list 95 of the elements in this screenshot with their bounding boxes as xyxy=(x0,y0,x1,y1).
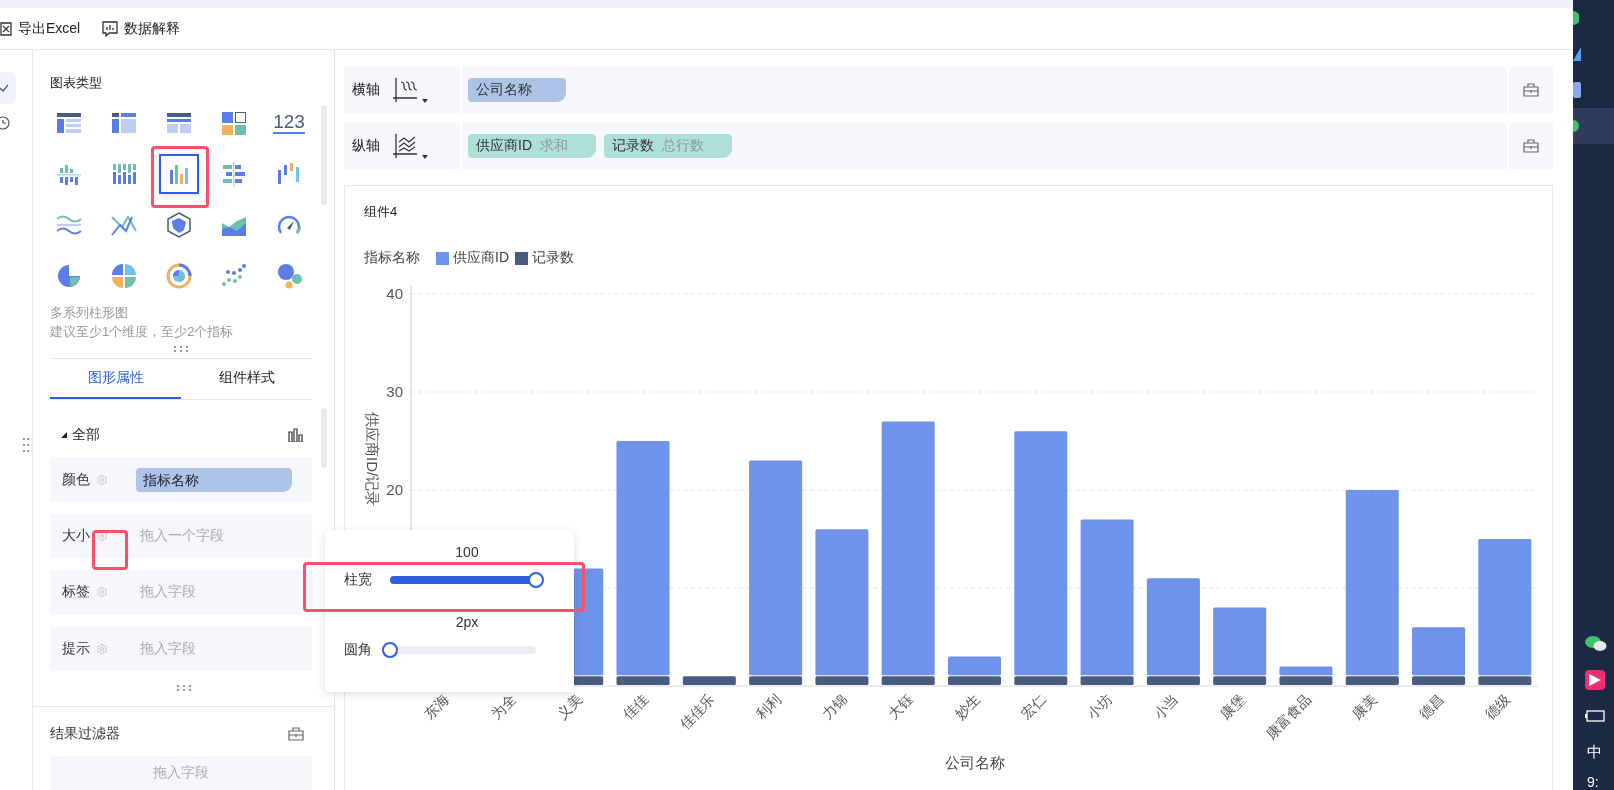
field-chip[interactable]: 供应商ID 求和 xyxy=(468,134,596,158)
number-chart-label: 123 xyxy=(273,112,305,134)
x-tick-label: 宏仁 xyxy=(1017,690,1049,722)
y-tick-label: 20 xyxy=(386,481,403,498)
widget-title: 组件4 xyxy=(364,204,398,219)
clock: 9: xyxy=(1586,774,1599,790)
slider-label: 柱宽 xyxy=(344,571,372,589)
y-axis-title: 供应商ID/记录 xyxy=(364,412,381,507)
slider-label: 圆角 xyxy=(344,641,372,659)
input-method-indicator[interactable]: 中 xyxy=(1573,742,1602,762)
app-icon[interactable] xyxy=(1585,670,1605,690)
spreadsheet-icon xyxy=(0,21,12,36)
toolbar-button[interactable]: 导出Excel xyxy=(0,19,81,38)
legend-label: 供应商ID xyxy=(453,249,509,267)
y-tick-label: 40 xyxy=(386,285,403,302)
chart-type-button[interactable]: 123 xyxy=(269,103,309,143)
x-tick-label: 利利 xyxy=(752,690,784,722)
x-tick-label: 德昌 xyxy=(1415,690,1447,722)
y-tick-label: 30 xyxy=(386,383,403,400)
field-name: 供应商ID xyxy=(476,137,532,155)
highlight-frame xyxy=(92,530,128,570)
field-name: 公司名称 xyxy=(476,81,532,99)
x-tick-label: 为全 xyxy=(487,690,519,722)
chart-report-icon xyxy=(102,20,119,37)
x-tick-label: 妙生 xyxy=(951,690,983,722)
aggregate-label: 总行数 xyxy=(662,137,704,155)
highlight-frame xyxy=(151,146,209,208)
bubble-chart-icon xyxy=(275,262,303,290)
caret-icon[interactable] xyxy=(422,99,428,103)
x-tick-label: 康美 xyxy=(1349,690,1381,722)
pie-chart-icon xyxy=(55,262,83,290)
drag-handle-icon[interactable] xyxy=(23,438,29,452)
aggregate-label: 求和 xyxy=(540,137,568,155)
x-tick-label: 东海 xyxy=(421,690,453,722)
chart-type-hint: 建议至少1个维度，至少2个指标 xyxy=(50,323,235,341)
caret-icon[interactable] xyxy=(422,155,428,159)
settings-icon[interactable] xyxy=(96,530,108,542)
x-tick-label: 德级 xyxy=(1481,690,1513,722)
bar-chart-icon[interactable] xyxy=(288,427,304,442)
resize-handle-icon[interactable] xyxy=(174,346,188,353)
field-chip[interactable]: 公司名称 xyxy=(468,78,566,102)
slider-value: 2px xyxy=(455,614,479,632)
axis-icon[interactable] xyxy=(392,133,418,159)
slider-value: 100 xyxy=(455,544,479,562)
tab[interactable]: 组件样式 xyxy=(181,358,312,399)
bar xyxy=(682,676,736,685)
comparison-bar-icon xyxy=(220,160,248,188)
field-label: 大小 xyxy=(62,527,90,545)
slider-thumb[interactable] xyxy=(528,572,544,588)
radar-chart-icon xyxy=(165,211,193,239)
x-tick-label: 小当 xyxy=(1150,690,1182,722)
field-label: 提示 xyxy=(62,639,90,658)
axis-icon[interactable] xyxy=(392,77,418,103)
x-tick-label: 佳佳乐 xyxy=(676,690,718,732)
dashboard-icon xyxy=(220,109,248,137)
x-tick-label: 大钰 xyxy=(885,690,917,722)
chat-icon[interactable] xyxy=(1585,635,1607,653)
x-tick-label: 康富食品 xyxy=(1263,690,1315,742)
x-tick-label: 力锦 xyxy=(818,690,851,722)
briefcase-icon[interactable] xyxy=(1523,83,1539,97)
axis-label: 纵轴 xyxy=(352,137,380,155)
x-tick-label: 康堡 xyxy=(1216,690,1248,722)
app-icon[interactable] xyxy=(1573,120,1581,132)
clock-icon[interactable] xyxy=(0,116,10,130)
field-chip[interactable]: 记录数 总行数 xyxy=(604,134,732,158)
battery-icon[interactable] xyxy=(1585,710,1605,722)
resize-handle-icon[interactable] xyxy=(176,685,191,692)
app-icon[interactable] xyxy=(1573,11,1579,25)
axis-label: 横轴 xyxy=(352,81,380,99)
chart-type-button[interactable] xyxy=(159,154,199,194)
x-tick-label: 佳佳 xyxy=(620,690,652,722)
check-icon[interactable] xyxy=(0,84,8,92)
tab[interactable]: 图形属性 xyxy=(50,358,181,399)
chart-type-name: 多系列柱形图 xyxy=(50,304,129,322)
legend-title: 指标名称 xyxy=(364,249,420,267)
field-label: 颜色 xyxy=(62,470,90,489)
toolbar-button[interactable]: 数据解释 xyxy=(102,19,181,38)
pie-chart-icon xyxy=(110,262,138,290)
field-label: 标签 xyxy=(62,583,90,602)
field-name: 记录数 xyxy=(612,137,654,155)
x-tick-label: 义美 xyxy=(553,690,585,722)
app-icon[interactable] xyxy=(1573,47,1581,61)
field-chip[interactable]: 指标名称 xyxy=(136,467,292,492)
group-toggle[interactable]: 全部 xyxy=(60,425,100,444)
x-axis-title: 公司名称 xyxy=(944,754,1005,771)
bar xyxy=(1279,666,1333,676)
briefcase-icon[interactable] xyxy=(288,726,304,741)
section-title: 结果过滤器 xyxy=(50,724,120,743)
legend-label: 记录数 xyxy=(532,249,574,267)
sunburst-chart-icon xyxy=(165,262,193,290)
briefcase-icon[interactable] xyxy=(1523,139,1539,153)
bar xyxy=(1279,676,1333,685)
x-tick-label: 小坊 xyxy=(1084,690,1116,722)
slider-thumb[interactable] xyxy=(382,642,398,658)
section-title: 图表类型 xyxy=(50,74,103,92)
